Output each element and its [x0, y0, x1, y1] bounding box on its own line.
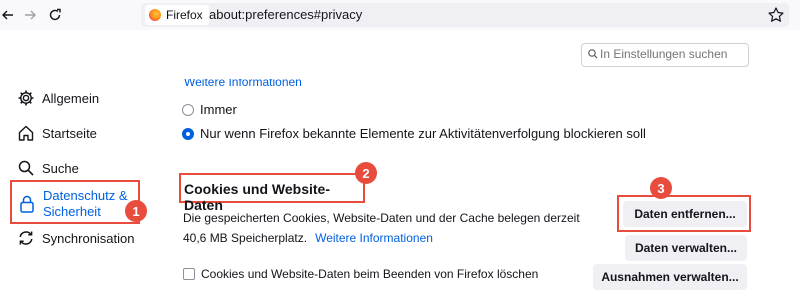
settings-search-field[interactable] [581, 43, 749, 67]
forward-arrow-icon[interactable] [20, 5, 40, 25]
sidebar-item-label: Datenschutz & Sicherheit [43, 188, 128, 219]
sidebar-item-search[interactable]: Suche [16, 158, 79, 178]
search-icon [16, 158, 36, 178]
manage-data-button[interactable]: Daten verwalten... [625, 235, 747, 261]
sidebar-item-privacy[interactable]: Datenschutz & Sicherheit [10, 180, 140, 224]
sidebar-item-label: Synchronisation [42, 230, 135, 246]
browser-toolbar: Firefox about:preferences#privacy [0, 0, 800, 30]
settings-search-input[interactable] [600, 45, 740, 63]
search-icon [588, 49, 598, 59]
home-icon [16, 123, 36, 143]
lock-icon [18, 194, 36, 219]
sidebar-item-sync[interactable]: Synchronisation [16, 228, 135, 248]
tracking-option-always[interactable]: Immer [182, 102, 237, 117]
url-text[interactable]: about:preferences#privacy [209, 7, 362, 22]
sidebar-item-label: Suche [42, 160, 79, 176]
radio-button[interactable] [182, 103, 194, 116]
sidebar-item-label: Startseite [42, 125, 97, 141]
delete-on-close-option[interactable]: Cookies und Website-Daten beim Beenden v… [183, 267, 538, 281]
sidebar-item-home[interactable]: Startseite [16, 123, 97, 143]
clear-data-button[interactable]: Daten entfernen... [623, 201, 747, 227]
sync-icon [16, 228, 36, 248]
cookies-section-title: Cookies und Website-Daten [179, 173, 365, 213]
sidebar-item-general[interactable]: Allgemein [16, 88, 99, 108]
address-bar[interactable]: Firefox about:preferences#privacy [141, 3, 789, 27]
checkbox[interactable] [183, 268, 195, 280]
bookmark-star-icon[interactable] [767, 6, 785, 24]
identity-label: Firefox [166, 8, 203, 22]
radio-label: Nur wenn Firefox bekannte Elemente zur A… [200, 126, 646, 141]
radio-button-checked[interactable] [182, 127, 194, 140]
manage-exceptions-button[interactable]: Ausnahmen verwalten... [593, 264, 747, 290]
tracking-option-only-known[interactable]: Nur wenn Firefox bekannte Elemente zur A… [182, 126, 646, 141]
firefox-logo-icon [149, 9, 161, 21]
learn-more-link[interactable]: Weitere Informationen [315, 231, 433, 245]
learn-more-link-cut[interactable]: Weitere Informationen [184, 79, 302, 87]
reload-icon[interactable] [45, 5, 65, 25]
sidebar-item-label: Allgemein [42, 90, 100, 106]
gear-icon [16, 88, 36, 108]
annotation-badge-1: 1 [125, 200, 147, 222]
back-arrow-icon[interactable] [0, 5, 18, 25]
checkbox-label: Cookies und Website-Daten beim Beenden v… [201, 267, 539, 281]
identity-box[interactable]: Firefox [145, 5, 209, 25]
annotation-badge-3: 3 [650, 177, 672, 199]
cookies-description: Die gespeicherten Cookies, Website-Daten… [183, 211, 580, 245]
radio-label: Immer [200, 102, 237, 117]
annotation-badge-2: 2 [355, 162, 377, 184]
